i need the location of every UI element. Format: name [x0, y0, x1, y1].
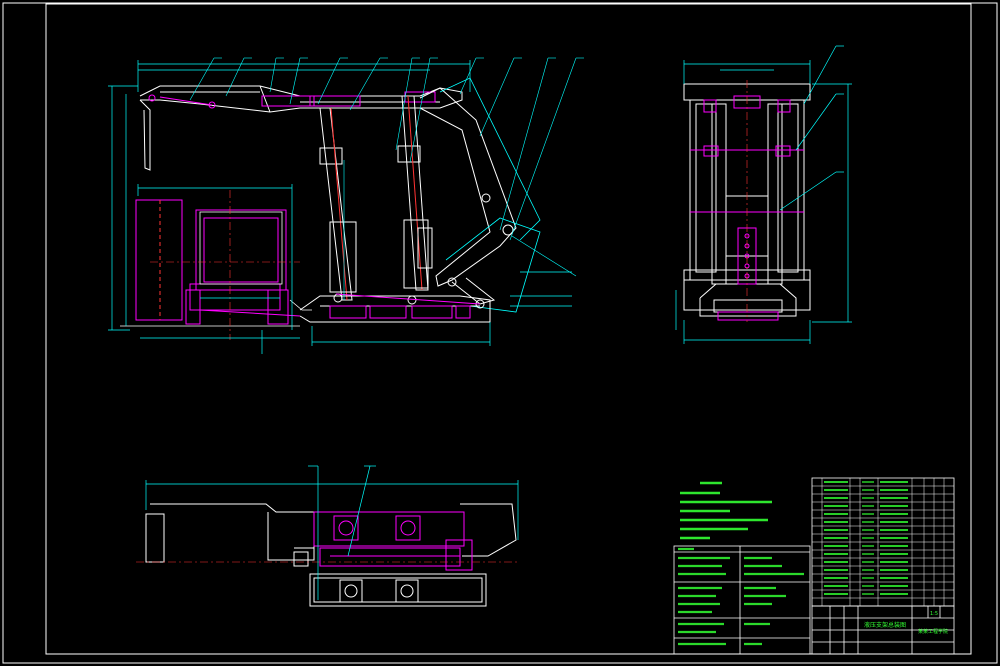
- title-block: 液压支架总装图 某某工程学院 1:5: [811, 605, 955, 655]
- main-side-view: [108, 57, 584, 354]
- front-view-dimensions: [675, 45, 852, 344]
- plan-view-dimensions: [145, 465, 519, 600]
- conveyor-outline: [120, 211, 312, 327]
- drawing-scale: 1:5: [930, 611, 938, 617]
- parts-list: [811, 477, 955, 607]
- rear-hydraulic-leg: [397, 95, 433, 291]
- plan-view: [136, 465, 520, 607]
- main-leader-lines: [189, 57, 584, 300]
- base-magenta-parts: [329, 293, 481, 319]
- plan-view-magenta: [313, 511, 473, 571]
- parameter-table: [673, 545, 811, 655]
- technical-notes: [680, 481, 772, 540]
- front-hydraulic-leg: [319, 107, 357, 301]
- drawing-title: 液压支架总装图: [864, 621, 906, 629]
- school-name: 某某工程学院: [918, 628, 948, 635]
- cad-drawing-canvas: 液压支架总装图 某某工程学院 1:5: [2, 2, 998, 664]
- inner-drawing-frame: [45, 3, 972, 655]
- shield-linkage: [419, 87, 517, 305]
- front-view: [675, 45, 852, 344]
